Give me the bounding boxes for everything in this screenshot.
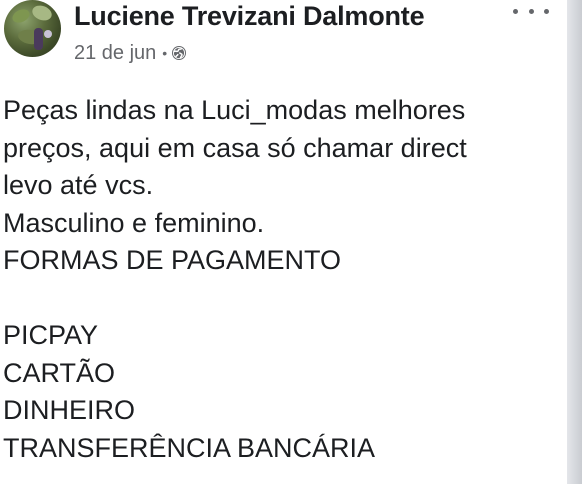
post-meta: 21 de jun • <box>74 41 187 65</box>
facebook-post: Luciene Trevizani Dalmonte 21 de jun • P… <box>0 0 567 484</box>
post-body-text: Peças lindas na Luci_modas melhores preç… <box>3 95 467 463</box>
avatar-flower <box>44 30 52 38</box>
more-dot <box>528 8 534 14</box>
post-date[interactable]: 21 de jun <box>74 42 156 65</box>
meta-separator: • <box>162 45 168 61</box>
author-avatar[interactable] <box>4 0 61 57</box>
avatar-foliage <box>30 3 54 23</box>
author-name[interactable]: Luciene Trevizani Dalmonte <box>74 1 425 32</box>
globe-icon[interactable] <box>171 45 187 61</box>
more-dot <box>544 8 549 14</box>
avatar-figure <box>34 28 43 50</box>
more-dot <box>513 8 518 14</box>
page-edge-divider <box>567 0 582 484</box>
avatar-foliage <box>10 6 32 26</box>
more-options-icon[interactable] <box>513 4 549 18</box>
